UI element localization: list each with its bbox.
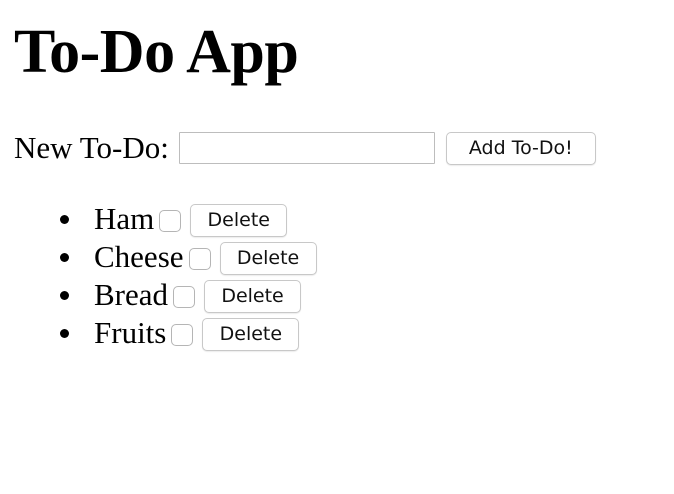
delete-button[interactable]: Delete	[202, 317, 300, 351]
bullet-icon	[60, 252, 69, 262]
todo-item: Fruits Delete	[60, 314, 317, 352]
delete-button[interactable]: Delete	[204, 279, 302, 313]
todo-item: Ham Delete	[60, 200, 317, 238]
todo-text: Bread	[94, 277, 169, 312]
todo-list: Ham Delete Cheese Delete Bread Delete Fr…	[60, 200, 317, 352]
page-title: To-Do App	[14, 18, 299, 86]
delete-button[interactable]: Delete	[219, 241, 317, 275]
bullet-icon	[60, 290, 69, 300]
todo-checkbox[interactable]	[171, 324, 194, 346]
delete-button[interactable]: Delete	[190, 203, 288, 237]
bullet-icon	[60, 214, 69, 224]
todo-item: Bread Delete	[60, 276, 317, 314]
new-todo-input[interactable]	[178, 132, 435, 164]
todo-checkbox[interactable]	[188, 248, 211, 270]
todo-text: Fruits	[94, 315, 167, 350]
todo-checkbox[interactable]	[159, 210, 182, 232]
bullet-icon	[60, 328, 69, 338]
add-todo-button[interactable]: Add To-Do!	[445, 131, 596, 165]
todo-item: Cheese Delete	[60, 238, 317, 276]
todo-text: Ham	[94, 201, 155, 236]
todo-text: Cheese	[94, 239, 184, 274]
new-todo-form: New To-Do: Add To-Do!	[14, 128, 596, 168]
new-todo-label: New To-Do:	[14, 130, 169, 165]
todo-checkbox[interactable]	[173, 286, 196, 308]
